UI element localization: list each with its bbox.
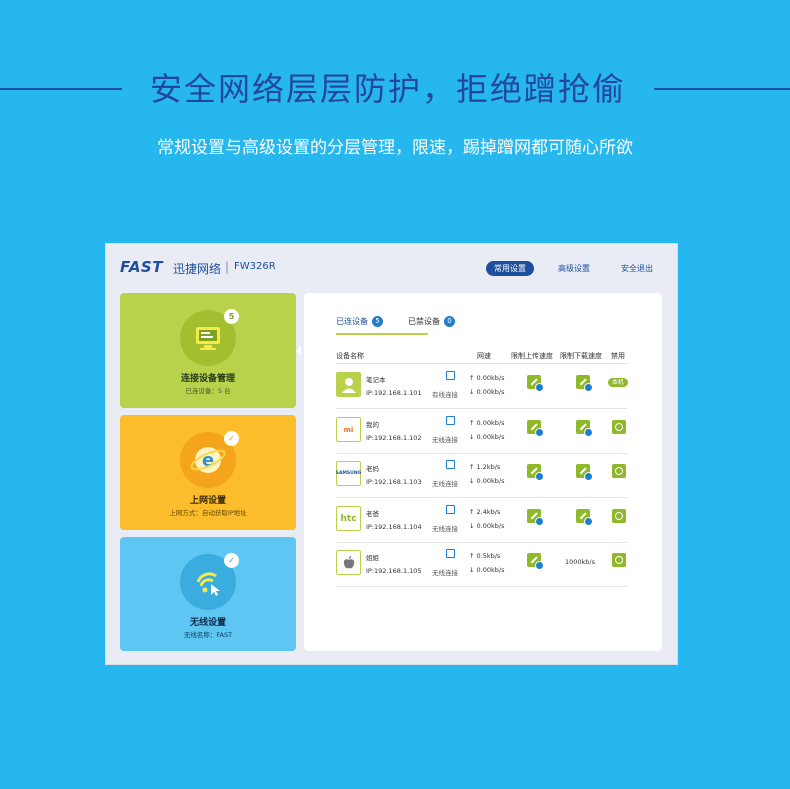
nav-logout[interactable]: 安全退出 (621, 261, 653, 276)
check-icon: ✓ (224, 431, 239, 446)
download-speed: ↓ 0.00kb/s (469, 433, 505, 441)
xiaomi-icon: mi (336, 417, 361, 442)
table-row: SAMSUNG 老妈 IP:192.168.1.103 无线连接 ↑ 1.2kb… (336, 454, 627, 498)
limit-upload-button[interactable] (527, 464, 544, 481)
limit-upload-button[interactable] (527, 375, 544, 392)
card-subtitle: 无线名称：FAST (183, 631, 233, 639)
active-tab-underline (336, 333, 428, 335)
router-admin-window: FAST 迅捷网络 | FW326R 常用设置 高级设置 安全退出 5 连接设备… (105, 243, 678, 665)
table-row: mi 我的 IP:192.168.1.102 无线连接 ↑ 0.00kb/s ↓… (336, 410, 627, 454)
device-name: 姐姐 (366, 554, 379, 562)
device-name: 老爸 (366, 510, 379, 518)
column-header-device-name: 设备名称 (336, 352, 364, 360)
edit-icon[interactable] (446, 371, 455, 380)
download-speed: ↓ 0.00kb/s (469, 522, 505, 530)
column-header-download-limit: 限制下载速度 (560, 352, 602, 360)
apple-icon (336, 550, 361, 575)
ban-button[interactable] (612, 509, 626, 523)
column-header-disable: 禁用 (611, 352, 625, 360)
edit-icon[interactable] (446, 460, 455, 469)
device-name: 笔记本 (366, 376, 386, 384)
card-wireless-settings[interactable]: ✓ 无线设置 无线名称：FAST (120, 537, 296, 651)
limit-upload-button[interactable] (527, 509, 544, 526)
download-speed: ↓ 0.00kb/s (469, 388, 505, 396)
brand-logo: FAST (120, 258, 163, 276)
brand-separator: | (225, 260, 230, 274)
headline-divider-left (0, 88, 122, 90)
edit-icon[interactable] (446, 549, 455, 558)
table-row: htc 老爸 IP:192.168.1.104 无线连接 ↑ 2.4kb/s ↓… (336, 499, 627, 543)
tab-count-badge: 5 (372, 316, 383, 327)
device-ip: IP:192.168.1.101 (366, 389, 422, 397)
connection-type: 无线连接 (432, 569, 458, 577)
header-divider (336, 363, 627, 364)
limit-upload-button[interactable] (527, 553, 544, 570)
connection-type: 有线连接 (432, 391, 458, 399)
check-icon: ✓ (224, 553, 239, 568)
nav-advanced-settings[interactable]: 高级设置 (558, 261, 590, 276)
download-speed: ↓ 0.00kb/s (469, 477, 505, 485)
card-device-management[interactable]: 5 连接设备管理 已连设备：5 台 (120, 293, 296, 408)
tab-count-badge: 0 (444, 316, 455, 327)
active-card-pointer (296, 346, 301, 356)
card-title: 上网设置 (189, 496, 226, 506)
model-name: FW326R (234, 261, 276, 272)
limit-download-button[interactable] (576, 509, 593, 526)
upload-speed: ↑ 1.2kb/s (469, 463, 501, 471)
device-ip: IP:192.168.1.104 (366, 523, 422, 531)
headline-area: 安全网络层层防护，拒绝蹭抢偷 (0, 64, 790, 114)
download-speed: ↓ 0.00kb/s (469, 566, 505, 574)
connection-type: 无线连接 (432, 480, 458, 488)
table-row: 姐姐 IP:192.168.1.105 无线连接 ↑ 0.5kb/s ↓ 0.0… (336, 543, 627, 587)
brand-name: 迅捷网络 (173, 262, 222, 276)
top-bar: FAST 迅捷网络 | FW326R 常用设置 高级设置 安全退出 (106, 244, 677, 288)
card-internet-settings[interactable]: e ✓ 上网设置 上网方式：自动获取IP地址 (120, 415, 296, 530)
tab-label: 已禁设备 (408, 317, 440, 326)
subline: 常规设置与高级设置的分层管理，限速，踢掉蹭网都可随心所欲 (157, 138, 633, 158)
laptop-user-icon (336, 372, 361, 397)
upload-speed: ↑ 0.00kb/s (469, 419, 505, 427)
device-count-badge: 5 (224, 309, 239, 324)
headline: 安全网络层层防护，拒绝蹭抢偷 (149, 70, 626, 108)
ban-button[interactable] (612, 464, 626, 478)
limit-upload-button[interactable] (527, 420, 544, 437)
upload-speed: ↑ 0.00kb/s (469, 374, 505, 382)
htc-icon: htc (336, 506, 361, 531)
device-ip: IP:192.168.1.105 (366, 567, 422, 575)
card-title: 无线设置 (189, 618, 226, 628)
upload-speed: ↑ 0.5kb/s (469, 552, 501, 560)
device-panel: 已连设备 5 已禁设备 0 设备名称 网速 限制上传速度 限制下载速度 禁用 笔记本… (304, 293, 662, 651)
edit-icon[interactable] (446, 416, 455, 425)
download-limit-value: 1000kb/s (565, 558, 596, 566)
limit-download-button[interactable] (576, 420, 593, 437)
device-ip: IP:192.168.1.103 (366, 478, 422, 486)
edit-icon[interactable] (446, 505, 455, 514)
tab-connected-devices[interactable]: 已连设备 5 (336, 316, 383, 327)
limit-download-button[interactable] (576, 464, 593, 481)
card-subtitle: 上网方式：自动获取IP地址 (169, 509, 247, 517)
headline-divider-right (654, 88, 790, 90)
card-subtitle: 已连设备：5 台 (185, 387, 231, 395)
this-device-badge: 本机 (608, 378, 628, 387)
limit-download-button[interactable] (576, 375, 593, 392)
upload-speed: ↑ 2.4kb/s (469, 508, 501, 516)
tab-blocked-devices[interactable]: 已禁设备 0 (408, 316, 455, 327)
device-ip: IP:192.168.1.102 (366, 434, 422, 442)
device-name: 我的 (366, 421, 379, 429)
connection-type: 无线连接 (432, 436, 458, 444)
device-name: 老妈 (366, 465, 379, 473)
column-header-speed: 网速 (477, 352, 491, 360)
tab-label: 已连设备 (336, 317, 368, 326)
column-header-upload-limit: 限制上传速度 (511, 352, 553, 360)
nav-common-settings[interactable]: 常用设置 (486, 261, 534, 276)
ban-button[interactable] (612, 420, 626, 434)
connection-type: 无线连接 (432, 525, 458, 533)
card-title: 连接设备管理 (180, 374, 235, 384)
samsung-icon: SAMSUNG (336, 461, 361, 486)
table-row: 笔记本 IP:192.168.1.101 有线连接 ↑ 0.00kb/s ↓ 0… (336, 365, 628, 409)
ban-button[interactable] (612, 553, 626, 567)
